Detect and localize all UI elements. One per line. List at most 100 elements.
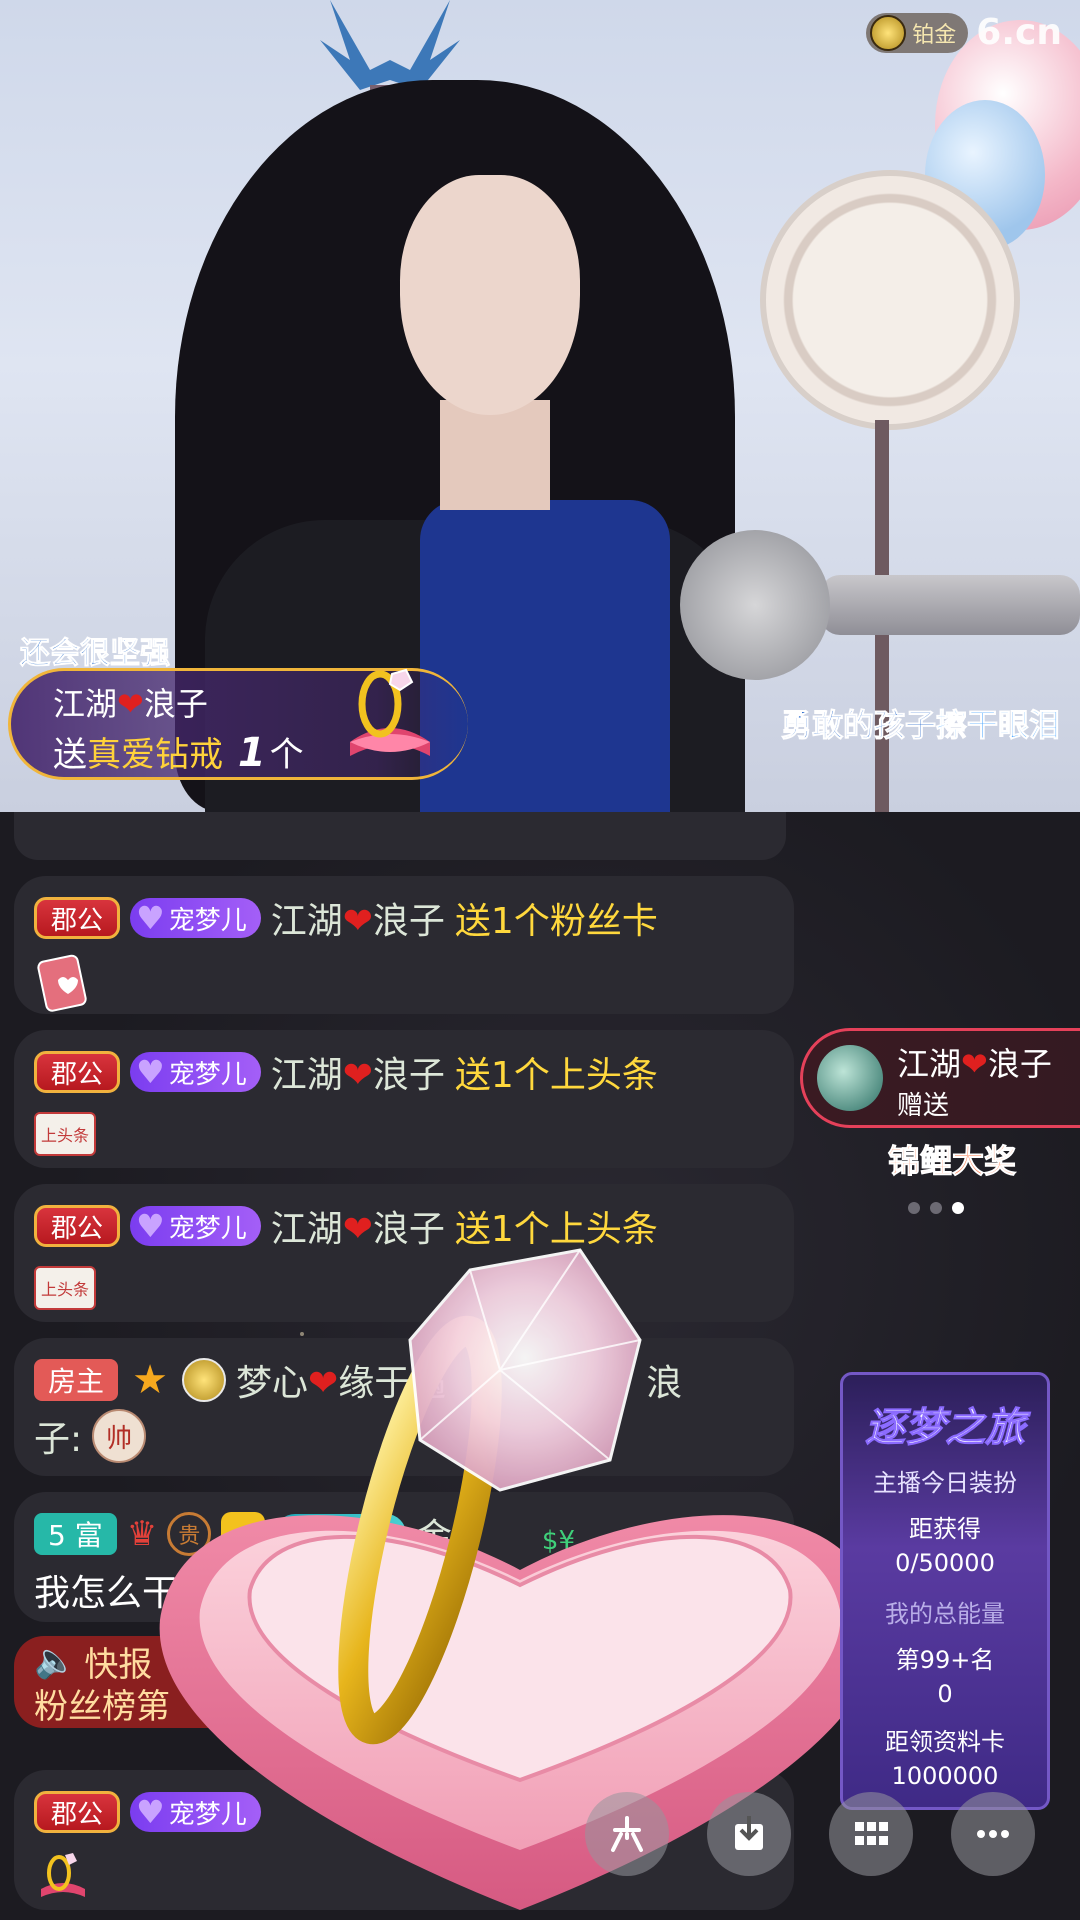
platinum-medal-icon	[870, 14, 907, 51]
gift-action: 送1个粉丝卡	[454, 901, 658, 942]
fan-badge-label: 宠梦儿	[168, 1799, 247, 1830]
download-button[interactable]	[707, 1792, 791, 1876]
fan-heart-icon: ♥	[136, 899, 165, 937]
fan-heart-icon: ♥	[136, 1207, 165, 1245]
fan-badge: ♥ 宠梦儿	[130, 1052, 261, 1092]
lucky-prize-banner[interactable]: 锦鲤大奖	[852, 1116, 1052, 1192]
chat-message[interactable]: 郡公 ♥ 宠梦儿 江湖❤浪子 送1个上头条 上头条	[14, 1184, 794, 1322]
platinum-label: 铂金	[912, 22, 957, 48]
gift-unit: 个	[269, 735, 304, 775]
user-name-a: 江湖	[270, 901, 343, 942]
heart-icon: ❤	[342, 1209, 373, 1250]
user-name-a: 江湖	[53, 685, 118, 723]
headline-gift-icon: 上头条	[34, 1112, 96, 1156]
fan-badge: ♥ 宠梦儿	[275, 1514, 406, 1554]
fan-badge-label: 宠梦儿	[168, 1059, 247, 1090]
user-name-b: 缘于遇	[338, 1363, 447, 1404]
gift-action: 送1个上头条	[454, 1055, 658, 1096]
brand-logo: 6.cn	[976, 12, 1062, 53]
six-icon	[611, 1816, 643, 1852]
medal-icon	[182, 1358, 227, 1402]
star-level-icon: ★	[132, 1357, 168, 1403]
crown-icon: ♛	[126, 1514, 158, 1554]
user-name[interactable]: 江湖❤浪子	[271, 1200, 445, 1252]
bottom-action-bar	[585, 1792, 1035, 1876]
more-button[interactable]	[951, 1792, 1035, 1876]
heart-icon: ❤	[342, 901, 373, 942]
dream-card-subtitle: 主播今日装扮	[873, 1469, 1017, 1497]
lyric-line-2: 勇敢的孩子擦干眼泪	[781, 700, 1061, 745]
card-block: 距领资料卡 1000000	[843, 1725, 1047, 1793]
heart-icon: ❤	[308, 1363, 339, 1404]
heart-icon: ❤	[117, 685, 144, 723]
host-badge: 房主	[34, 1359, 119, 1401]
energy-rank: 第99+名	[895, 1646, 995, 1674]
pager-dot[interactable]	[930, 1202, 942, 1214]
distance-label: 距获得	[909, 1515, 981, 1543]
pager-dot[interactable]	[908, 1202, 920, 1214]
shuai-emoji-icon: 帅	[92, 1409, 147, 1463]
user-name[interactable]: 江湖❤浪子	[271, 1046, 445, 1098]
gold-shield-icon	[221, 1512, 266, 1556]
gift-notice-card[interactable]: 江湖❤浪子 赠送	[800, 1028, 1080, 1128]
fan-card-gift-icon	[34, 954, 92, 1012]
pager-dot-active[interactable]	[952, 1202, 964, 1214]
grid-menu-button[interactable]	[829, 1792, 913, 1876]
energy-label: 我的总能量	[885, 1600, 1005, 1628]
gift-banner-user: 江湖❤浪子	[53, 679, 208, 725]
distance-value: 0/50000	[895, 1549, 995, 1577]
user-name-tail: 浪	[646, 1363, 683, 1404]
fan-badge: ♥ 宠梦儿	[130, 1206, 261, 1246]
energy-value: 0	[937, 1680, 953, 1708]
fan-heart-icon: ♥	[281, 1515, 310, 1553]
more-icon	[977, 1830, 1009, 1838]
streamer-neck	[440, 400, 550, 510]
card-label: 距领资料卡	[885, 1728, 1005, 1756]
grid-icon	[855, 1822, 888, 1845]
user-name[interactable]: 江湖❤浪子	[271, 892, 445, 944]
announcement-message[interactable]: 🔈 快报 粉丝榜第	[14, 1636, 514, 1728]
rank-badge: 郡公	[34, 1205, 121, 1247]
chat-message[interactable]: 郡公 ♥ 宠梦儿 江湖❤浪子 送1个上头条 上头条	[14, 1030, 794, 1168]
streamer-face	[400, 175, 580, 415]
fan-heart-icon: ♥	[136, 1053, 165, 1091]
speaker-icon: 🔈	[34, 1641, 77, 1681]
gift-item: 真爱钻戒	[87, 735, 223, 775]
rich-badge: 5 富	[34, 1513, 117, 1555]
headline-gift-icon: 上头条	[34, 1266, 96, 1310]
mic-arm	[820, 575, 1080, 635]
chat-message[interactable]: 郡公 ♥ 宠梦儿 江湖❤浪子 送1个粉丝卡	[14, 876, 794, 1014]
chat-message-partial	[14, 812, 786, 860]
rank-badge: 郡公	[34, 1791, 121, 1833]
noble-medal-icon: 贵	[167, 1512, 212, 1556]
user-name-b: 浪子	[372, 1209, 445, 1250]
gift-banner-line: 送真爱钻戒 1个	[53, 727, 304, 776]
dream-journey-card[interactable]: 逐梦之旅 主播今日装扮 距获得 0/50000 我的总能量 第99+名 0 距领…	[840, 1372, 1050, 1810]
chat-message[interactable]: 5 富 ♛ 贵 ♥ 宠梦儿 金 $¥ 老大: 我怎么干了	[14, 1492, 794, 1622]
user-name-b: 浪子	[372, 901, 445, 942]
gift-action: 送1个上头条	[454, 1209, 658, 1250]
chat-message[interactable]: 房主 ★ 梦心❤缘于遇 浪 子: 帅	[14, 1338, 794, 1476]
user-name-a: 江湖	[270, 1209, 343, 1250]
lucky-prize-label: 锦鲤大奖	[887, 1142, 1016, 1181]
lyric-part-b: 擦干眼泪	[936, 708, 1061, 745]
energy-block: 第99+名 0	[843, 1643, 1047, 1711]
banner-pager[interactable]	[908, 1202, 964, 1214]
user-name[interactable]: 金 $¥ 老大:	[416, 1508, 749, 1560]
heart-icon: ❤	[961, 1045, 988, 1083]
gift-prefix: 送	[53, 735, 87, 775]
download-icon	[735, 1816, 763, 1850]
user-name[interactable]: 梦心❤缘于遇	[236, 1354, 446, 1406]
sparkle	[300, 1332, 304, 1336]
avatar[interactable]	[817, 1045, 883, 1111]
six-button[interactable]	[585, 1792, 669, 1876]
live-video[interactable]: 铂金 6.cn 还会很坚强 勇敢的孩子擦干眼泪 江湖❤浪子 送真爱钻戒 1个	[0, 0, 1080, 812]
announce-text: 粉丝榜第	[34, 1686, 170, 1727]
card-value: 1000000	[891, 1762, 999, 1790]
user-name-a: 梦心	[236, 1363, 309, 1404]
heart-icon: ❤	[342, 1055, 373, 1096]
message-text: 我怎么干了	[34, 1573, 215, 1614]
message-text: 子:	[34, 1419, 83, 1460]
lyric-line-1: 还会很坚强	[20, 636, 171, 672]
rank-badge: 郡公	[34, 897, 121, 939]
